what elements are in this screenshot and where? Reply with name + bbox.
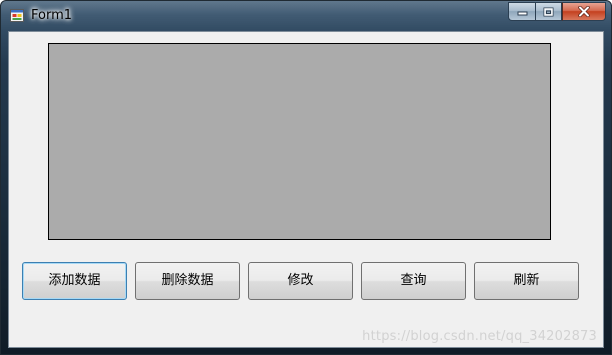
form-client-area: 添加数据 删除数据 修改 查询 刷新 https://blog.csdn.net… (8, 31, 604, 348)
add-data-button[interactable]: 添加数据 (22, 262, 127, 300)
close-button[interactable] (562, 2, 606, 21)
minimize-button[interactable] (508, 2, 535, 21)
form-app-icon (10, 9, 24, 22)
form1-window: Form1 添加数据 删除数据 修改 查询 刷新 https://blog.cs… (0, 0, 612, 355)
query-button[interactable]: 查询 (361, 262, 466, 300)
delete-data-button[interactable]: 删除数据 (135, 262, 240, 300)
minimize-icon (517, 11, 527, 16)
close-icon (578, 6, 590, 17)
maximize-button[interactable] (535, 2, 562, 21)
window-title: Form1 (31, 8, 73, 23)
watermark: https://blog.csdn.net/qq_34202873 (362, 329, 597, 344)
modify-button[interactable]: 修改 (248, 262, 353, 300)
title-bar[interactable]: Form1 (1, 1, 611, 31)
maximize-icon (543, 7, 554, 16)
display-panel (48, 43, 551, 240)
refresh-button[interactable]: 刷新 (474, 262, 579, 300)
caption-buttons (508, 2, 606, 21)
